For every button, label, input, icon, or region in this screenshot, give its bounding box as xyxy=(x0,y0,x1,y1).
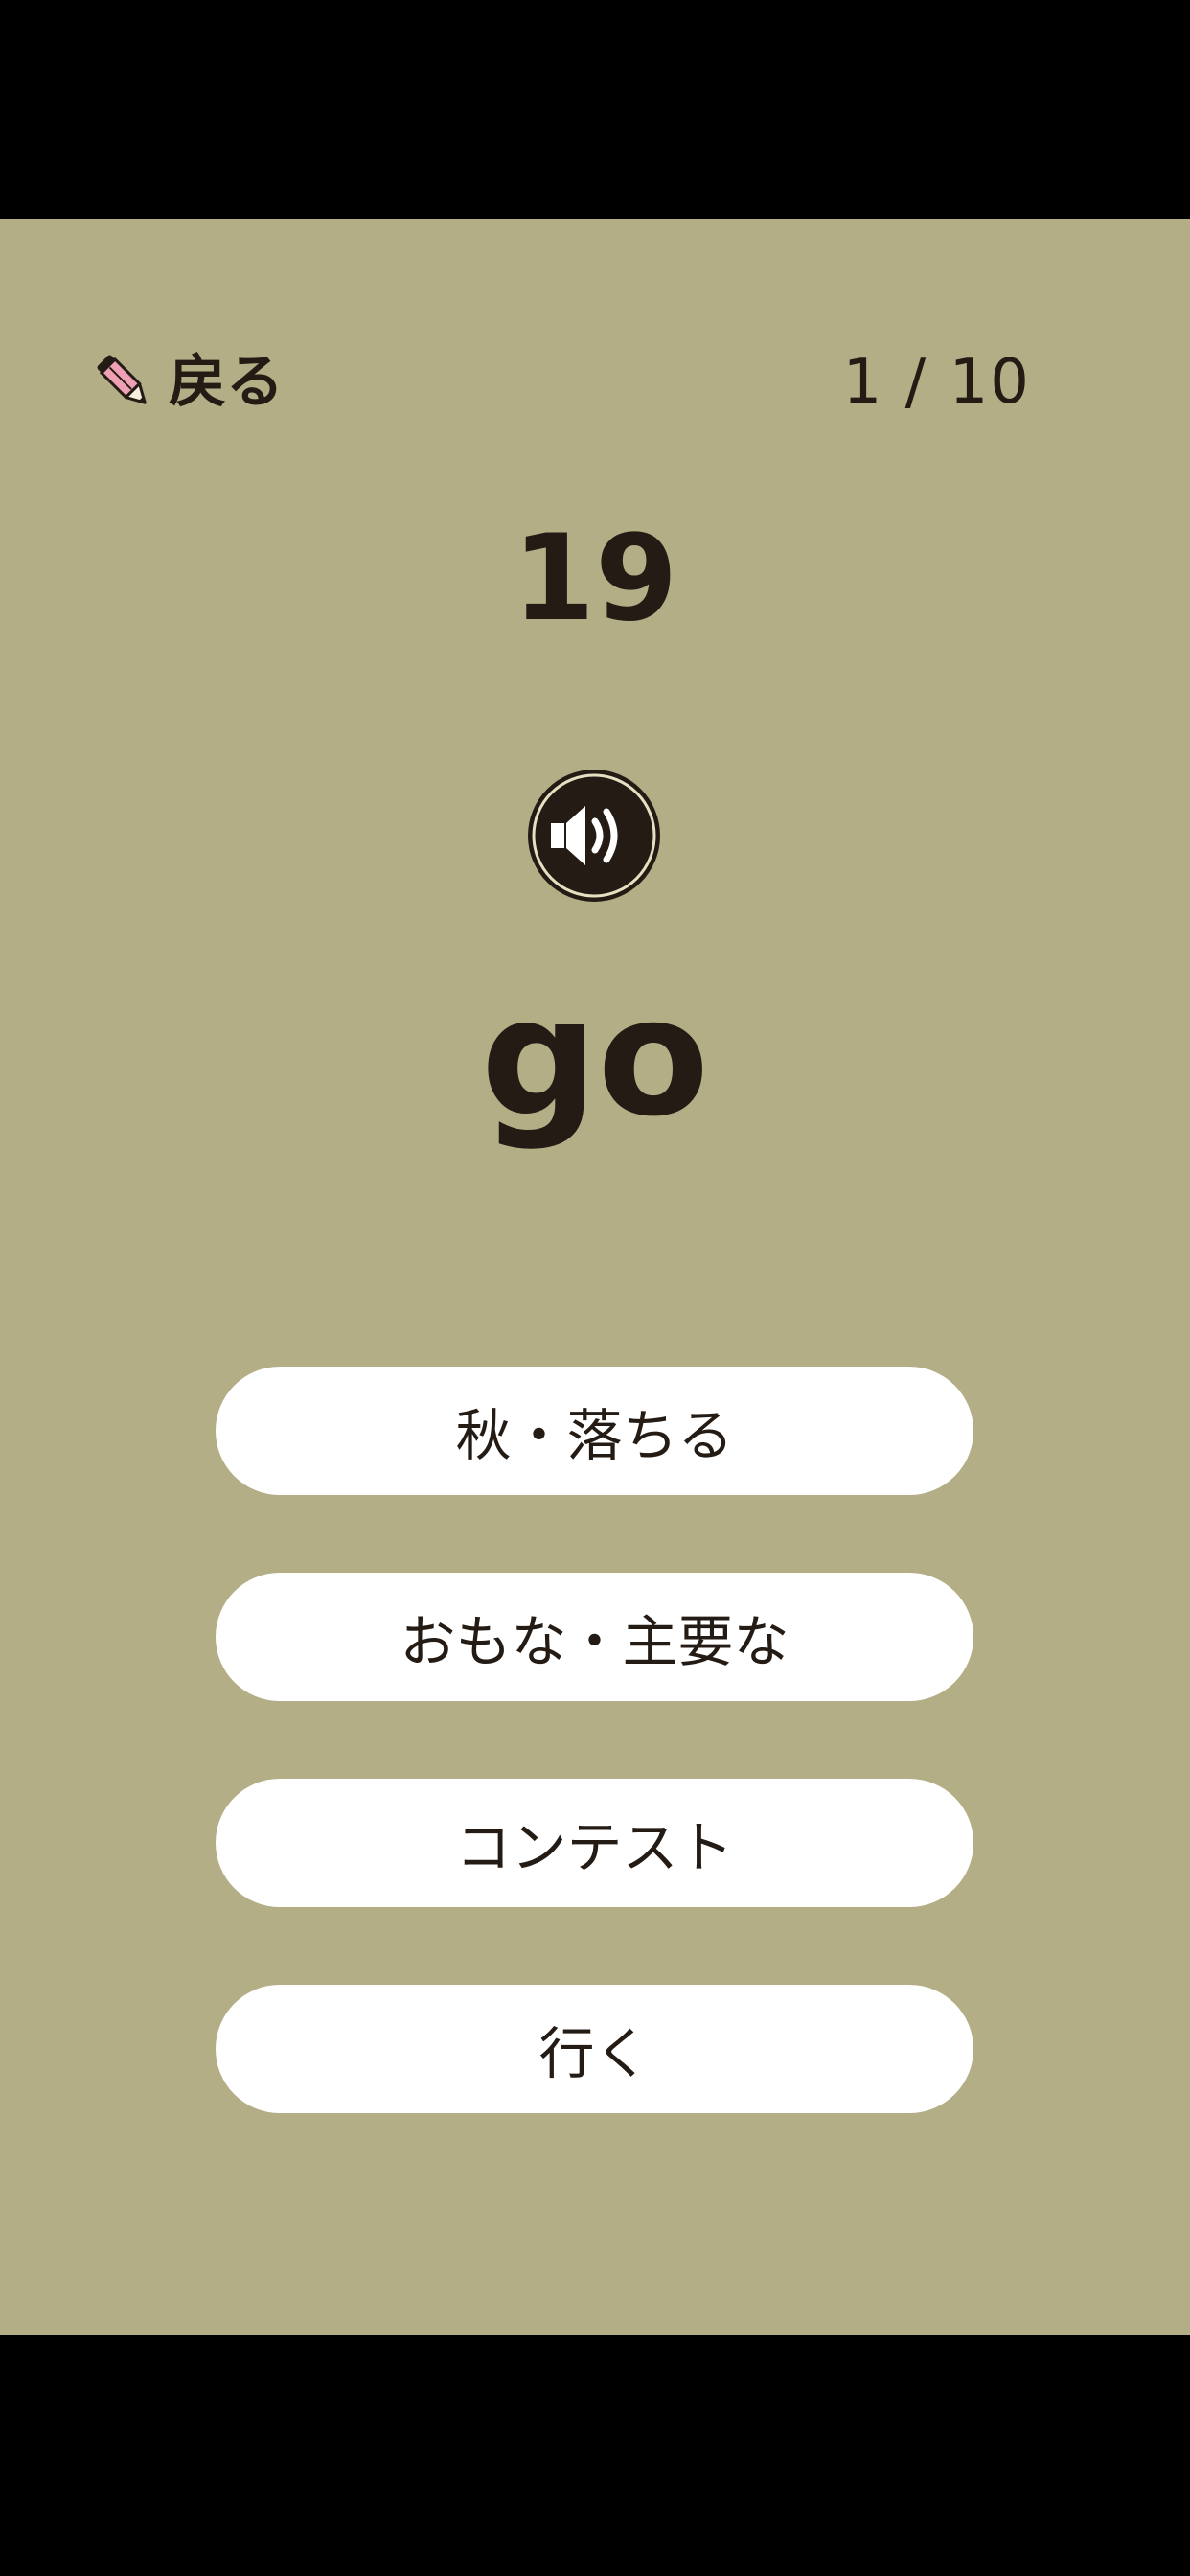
play-audio-button[interactable] xyxy=(526,768,662,904)
quiz-word: go xyxy=(480,963,710,1153)
answer-choice-4[interactable]: 行く xyxy=(216,1985,973,2113)
question-progress: 1 / 10 xyxy=(842,347,1031,418)
question-number: 19 xyxy=(512,510,678,648)
pencil-icon xyxy=(97,355,147,404)
back-label: 戻る xyxy=(169,349,284,416)
answer-choice-2[interactable]: おもな・主要な xyxy=(216,1573,973,1701)
back-button[interactable]: 戻る xyxy=(94,344,284,421)
answer-choice-3[interactable]: コンテスト xyxy=(216,1779,973,1907)
answer-choice-1[interactable]: 秋・落ちる xyxy=(216,1367,973,1495)
quiz-screen: 戻る 1 / 10 19 go 秋・落ちる おもな・主要な コンテスト 行く xyxy=(0,219,1190,2335)
speaker-icon xyxy=(528,770,660,902)
